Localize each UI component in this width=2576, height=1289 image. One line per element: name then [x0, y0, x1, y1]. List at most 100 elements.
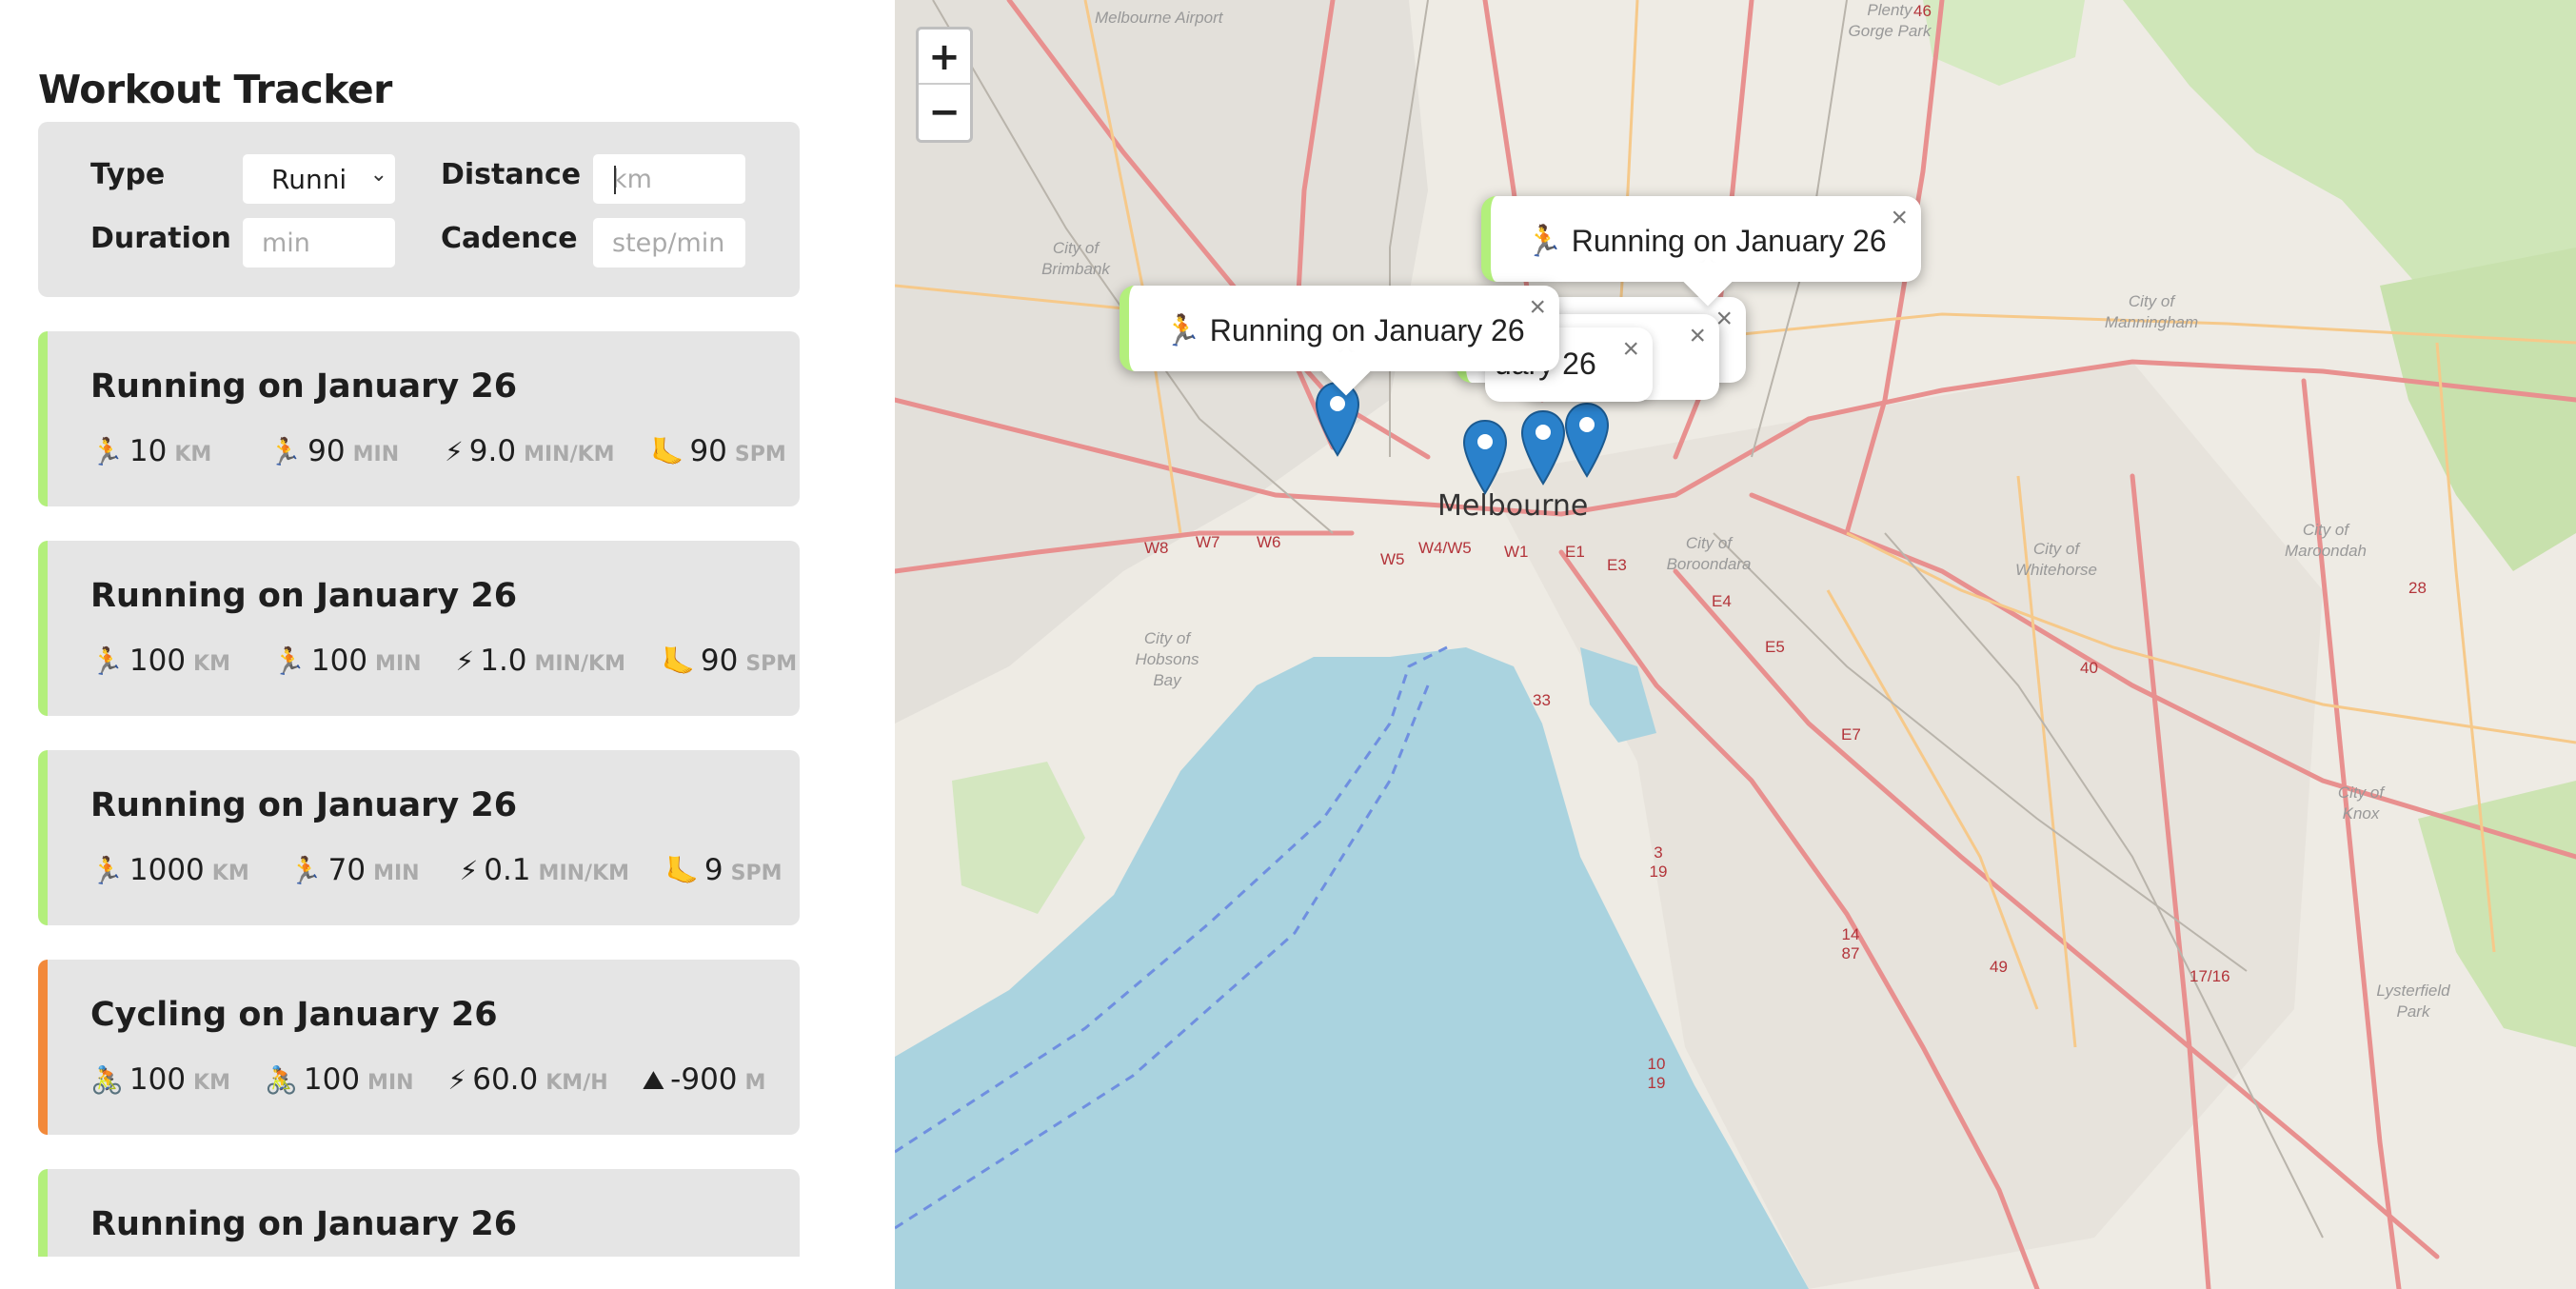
zoom-in-button[interactable]: + [919, 30, 970, 85]
road-number: E7 [1841, 725, 1861, 744]
cadence-input[interactable] [593, 218, 745, 268]
cadence-label: Cadence [441, 222, 578, 255]
duration-detail: 🚴 100 MIN [265, 1062, 414, 1097]
workout-popup[interactable]: 🏃 Running on January 26 × [1120, 286, 1559, 396]
type-select-value: Runni [271, 164, 347, 195]
road-number: W6 [1257, 533, 1281, 551]
detail-unit: KM/H [545, 1071, 608, 1095]
road-number: 28 [2408, 579, 2427, 597]
detail-value: 9.0 [468, 434, 517, 468]
detail-unit: KM [174, 443, 212, 466]
workout-card[interactable]: Running on January 26 🏃 10 KM 🏃 90 MIN ⚡… [38, 331, 800, 506]
workout-card[interactable]: Running on January 26 🏃 1000 KM 🏃 70 MIN… [38, 750, 800, 925]
detail-unit: MIN/KM [538, 862, 630, 885]
close-icon[interactable]: × [1622, 333, 1639, 366]
detail-value: 0.1 [484, 853, 531, 887]
place-label: City of Whitehorse [2015, 540, 2097, 579]
zoom-out-button[interactable]: − [919, 85, 970, 140]
place-label: City of Knox [2337, 783, 2385, 823]
detail-unit: SPM [745, 652, 798, 676]
road-number: W7 [1196, 533, 1220, 551]
distance-input[interactable] [593, 154, 745, 204]
close-icon[interactable]: × [1689, 320, 1706, 352]
road-number: E5 [1765, 638, 1785, 656]
detail-value: 90 [307, 434, 346, 468]
runner-icon: 🏃 [272, 645, 306, 677]
close-icon[interactable]: × [1529, 291, 1546, 324]
road-number: 14 87 [1841, 925, 1860, 962]
foot-icon: 🦶 [662, 645, 695, 677]
runner-icon: 🏃 [90, 436, 124, 467]
road-number: E1 [1565, 543, 1585, 561]
road-number: 46 [1913, 2, 1932, 20]
detail-unit: KM [193, 1071, 230, 1095]
road-number: 40 [2080, 659, 2098, 677]
duration-detail: 🏃 70 MIN [289, 853, 420, 887]
workout-details: 🏃 100 KM 🏃 100 MIN ⚡ 1.0 MIN/KM 🦶 90 SPM [90, 644, 800, 678]
sidebar: Workout Tracker Type Runni ⌄ Distance Du… [0, 0, 895, 1289]
road-number: 49 [1990, 958, 2008, 976]
speed-detail: ⚡ 60.0 KM/H [448, 1062, 608, 1097]
detail-unit: KM [211, 862, 249, 885]
workout-card[interactable]: Running on January 26 🏃 100 KM 🏃 100 MIN… [38, 541, 800, 716]
close-icon[interactable]: × [1891, 202, 1908, 234]
elevation-detail: ⛰ -900 M [643, 1062, 766, 1097]
detail-value: 70 [327, 853, 367, 887]
type-select[interactable]: Runni ⌄ [243, 154, 395, 204]
map[interactable]: + − Melbourne Airport City of Brimbank C… [895, 0, 2576, 1289]
detail-value: 1.0 [480, 644, 527, 678]
road-number: W5 [1380, 550, 1405, 568]
city-label: Melbourne [1437, 489, 1589, 523]
workout-title: Running on January 26 [90, 577, 518, 615]
runner-icon: 🏃 [268, 436, 303, 467]
runner-icon: 🏃 [90, 855, 124, 886]
detail-value: 10 [129, 434, 168, 468]
workout-popup[interactable]: 🏃 Running on January 26 × [1481, 196, 1921, 307]
detail-unit: SPM [734, 443, 786, 466]
place-label: Lysterfield Park [2376, 982, 2450, 1021]
runner-icon: 🏃 [288, 855, 323, 886]
workout-details: 🚴 100 KM 🚴 100 MIN ⚡ 60.0 KM/H ⛰ -900 M [90, 1062, 800, 1097]
detail-unit: MIN [367, 1071, 414, 1095]
zoom-control: + − [916, 27, 973, 143]
detail-unit: MIN/KM [524, 443, 615, 466]
mountain-icon: ⛰ [642, 1064, 665, 1096]
popup-text: 🏃 Running on January 26 [1525, 224, 1887, 258]
lightning-icon: ⚡ [445, 436, 464, 467]
workout-card[interactable]: Running on January 26 [38, 1169, 800, 1257]
popup-tip-cover [1318, 352, 1375, 371]
detail-value: 100 [129, 644, 187, 678]
place-label: City of Hobsons Bay [1135, 629, 1199, 689]
duration-input[interactable] [243, 218, 395, 268]
foot-icon: 🦶 [665, 855, 699, 886]
detail-value: 100 [310, 644, 368, 678]
map-marker-icon[interactable] [1563, 402, 1611, 478]
workout-title: Running on January 26 [90, 1205, 518, 1243]
road-number: 17/16 [2190, 967, 2230, 985]
text-cursor [614, 166, 616, 194]
foot-icon: 🦶 [650, 436, 684, 467]
place-label: City of Manningham [2104, 292, 2199, 331]
chevron-down-icon: ⌄ [369, 163, 387, 187]
lightning-icon: ⚡ [447, 1064, 467, 1096]
lightning-icon: ⚡ [459, 855, 479, 886]
map-marker-icon[interactable] [1519, 409, 1567, 486]
map-marker-icon[interactable] [1314, 381, 1361, 457]
cyclist-icon: 🚴 [265, 1064, 298, 1096]
place-label: City of Maroondah [2284, 521, 2367, 560]
workout-details: 🏃 1000 KM 🏃 70 MIN ⚡ 0.1 MIN/KM 🦶 9 SPM [90, 853, 800, 887]
detail-unit: MIN [373, 862, 420, 885]
lightning-icon: ⚡ [455, 645, 475, 677]
detail-value: 100 [129, 1062, 187, 1097]
workout-card[interactable]: Cycling on January 26 🚴 100 KM 🚴 100 MIN… [38, 960, 800, 1135]
detail-unit: MIN/KM [534, 652, 625, 676]
detail-value: 90 [700, 644, 739, 678]
map-marker-icon[interactable] [1461, 419, 1509, 495]
duration-detail: 🏃 90 MIN [268, 434, 399, 468]
type-label: Type [90, 158, 166, 191]
distance-detail: 🏃 100 KM [90, 644, 230, 678]
detail-unit: MIN [352, 443, 400, 466]
pace-detail: ⚡ 0.1 MIN/KM [460, 853, 629, 887]
distance-detail: 🏃 10 KM [90, 434, 211, 468]
distance-detail: 🚴 100 KM [90, 1062, 230, 1097]
